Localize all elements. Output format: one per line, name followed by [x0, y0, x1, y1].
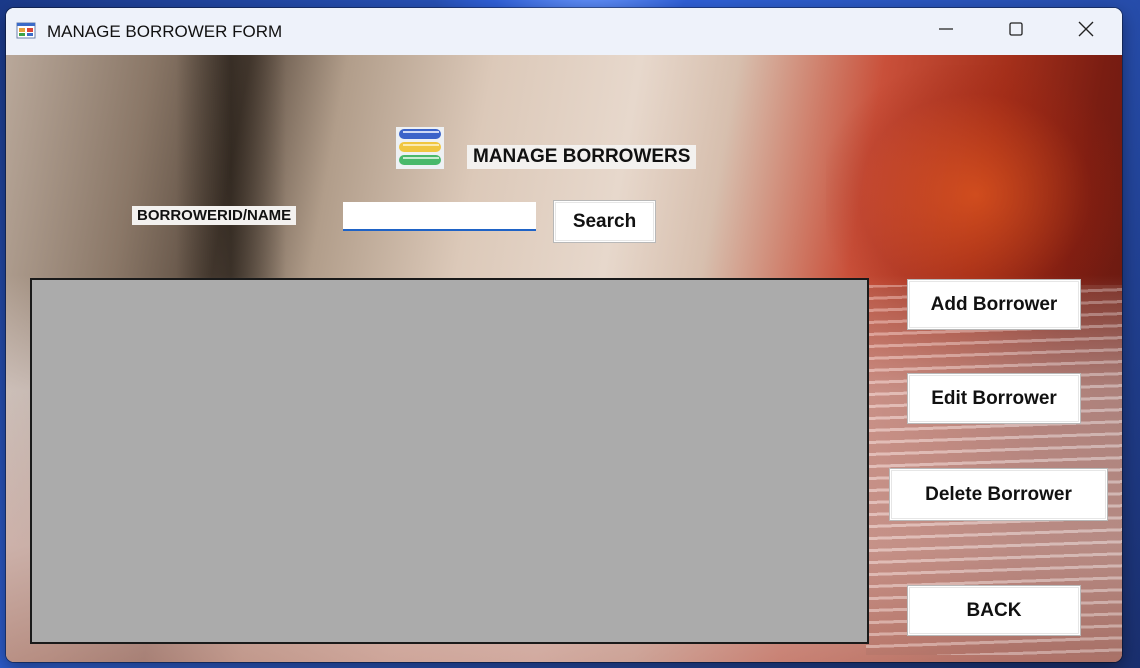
back-button[interactable]: BACK [907, 585, 1081, 636]
add-borrower-button[interactable]: Add Borrower [907, 279, 1081, 330]
search-button[interactable]: Search [553, 200, 656, 243]
page-title: MANAGE BORROWERS [467, 145, 697, 169]
search-label: BORROWERID/NAME [132, 206, 297, 225]
form-app-icon [16, 21, 36, 41]
close-button[interactable] [1051, 8, 1121, 55]
edit-borrower-button[interactable]: Edit Borrower [907, 373, 1081, 424]
window-title: MANAGE BORROWER FORM [47, 22, 283, 41]
close-icon [1078, 21, 1094, 42]
books-stack-icon [396, 127, 444, 169]
borrowers-data-grid[interactable] [30, 278, 869, 644]
delete-borrower-button[interactable]: Delete Borrower [889, 468, 1108, 521]
maximize-button[interactable] [981, 8, 1051, 55]
form-client-area: MANAGE BORROWERS BORROWERID/NAME Search … [6, 55, 1122, 662]
minimize-icon [938, 21, 954, 42]
minimize-button[interactable] [911, 8, 981, 55]
title-bar[interactable]: MANAGE BORROWER FORM [6, 8, 1122, 55]
search-input[interactable] [343, 202, 536, 231]
manage-borrower-window: MANAGE BORROWER FORM MANAGE BORROWERS BO… [6, 8, 1122, 662]
maximize-icon [1008, 21, 1024, 42]
